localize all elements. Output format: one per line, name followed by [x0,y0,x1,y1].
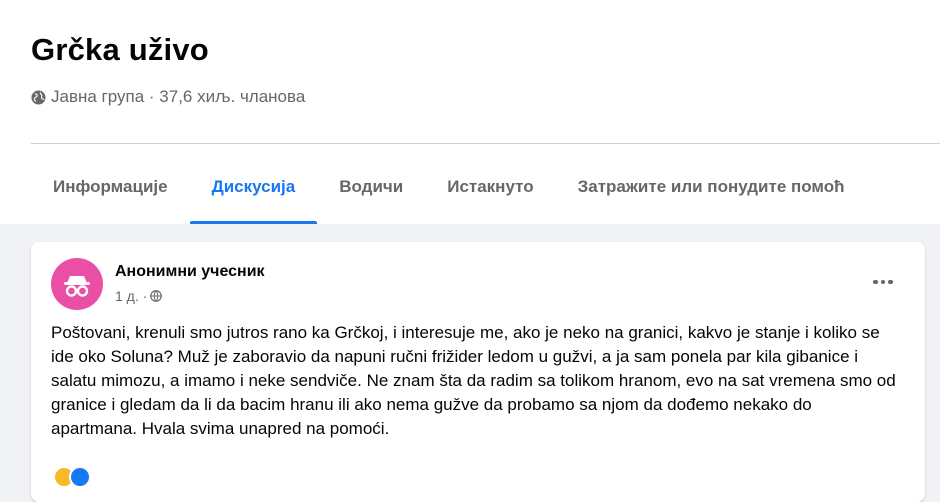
group-title[interactable]: Grčka uživo [31,32,209,68]
incognito-icon [64,276,90,297]
group-header: Grčka uživo Јавна група · 37,6 хиљ. члан… [0,0,940,224]
post-meta: 1 д. · [115,288,163,304]
like-reaction-icon [69,466,91,488]
post-card: Анонимни учесник 1 д. · Poštovani, krenu… [31,242,925,502]
group-meta: Јавна група · 37,6 хиљ. чланова [31,87,305,107]
more-options-dot [888,279,893,285]
tab-info[interactable]: Информације [31,150,190,224]
globe-icon [150,290,163,302]
group-tabs: Информације Дискусија Водичи Истакнуто З… [31,150,940,224]
reactions[interactable] [53,466,91,488]
tab-guides[interactable]: Водичи [317,150,425,224]
more-options-dot [880,279,886,285]
author-name[interactable]: Анонимни учесник [115,263,265,281]
tab-ask-or-offer-help[interactable]: Затражите или понудите помоћ [556,150,867,224]
header-divider [31,143,940,144]
globe-icon [31,89,46,105]
post-text: Poštovani, krenuli smo jutros rano ka Gr… [51,323,896,438]
tab-featured[interactable]: Истакнуто [425,150,555,224]
post-time[interactable]: 1 д. · [115,288,147,304]
group-meta-text[interactable]: Јавна група · 37,6 хиљ. чланова [51,87,305,107]
tab-discussion[interactable]: Дискусија [189,150,318,224]
more-options-icon [873,279,878,285]
avatar[interactable] [51,258,103,310]
more-options-button[interactable] [865,268,901,296]
